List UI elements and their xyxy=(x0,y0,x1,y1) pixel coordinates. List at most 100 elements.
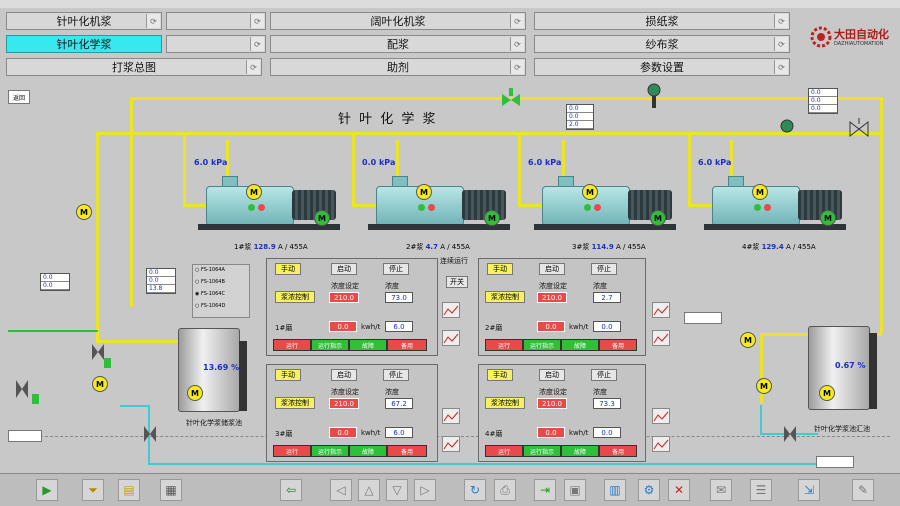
forward-icon[interactable]: ▷ xyxy=(414,479,436,501)
side-box[interactable] xyxy=(8,430,42,442)
table-cell: 0.0 xyxy=(147,269,175,277)
control-name[interactable]: 浆浓控制 xyxy=(485,397,525,409)
mode-button[interactable]: 手动 xyxy=(487,369,513,381)
status-cell: 故障 xyxy=(561,339,599,351)
start-button[interactable]: 启动 xyxy=(331,263,357,275)
trend-chart-icon[interactable] xyxy=(652,436,670,452)
trend-chart-icon[interactable] xyxy=(442,408,460,424)
control-name[interactable]: 浆浓控制 xyxy=(485,291,525,303)
stop-button[interactable]: 停止 xyxy=(591,263,617,275)
manual-valve-icon[interactable] xyxy=(14,378,30,400)
exit-icon[interactable]: ⇲ xyxy=(798,479,820,501)
nav-gauze[interactable]: 纱布浆 ⟳ xyxy=(534,35,790,53)
nav-blank-1[interactable]: ⟳ xyxy=(166,12,266,30)
down-icon[interactable]: ▽ xyxy=(386,479,408,501)
butterfly-valve-icon[interactable] xyxy=(848,118,870,140)
bottom-toolbar: ▶ ⏷ ▤ ▦ ⇦ ◁ △ ▽ ▷ ↻ ⎙ ⇥ ▣ ▥ ⚙ ✕ ✉ ☰ ⇲ ✎ xyxy=(0,473,900,506)
agitator-motor-icon[interactable]: M xyxy=(76,204,92,220)
pump-4[interactable]: M M xyxy=(702,176,850,234)
control-name[interactable]: 浆浓控制 xyxy=(275,397,315,409)
trend-chart-icon[interactable] xyxy=(442,330,460,346)
nav-arrow-icon: ⟳ xyxy=(510,14,524,28)
nav-needle-cm[interactable]: 针叶化机浆 ⟳ xyxy=(6,12,162,30)
radio-option[interactable]: ○ FS-1064D xyxy=(195,303,225,309)
export-icon[interactable]: ⇥ xyxy=(534,479,556,501)
trend-chart-icon[interactable] xyxy=(652,408,670,424)
pump-1[interactable]: M M xyxy=(196,176,344,234)
control-valve-icon[interactable] xyxy=(500,86,522,108)
refresh-icon[interactable]: ↻ xyxy=(464,479,486,501)
nav-blank-2[interactable]: ⟳ xyxy=(166,35,266,53)
storage-tank-left[interactable]: 13.69 % M xyxy=(178,328,247,412)
water-valve-icon[interactable] xyxy=(782,424,798,444)
nav-broad-cm[interactable]: 阔叶化机浆 ⟳ xyxy=(270,12,526,30)
stop-button[interactable]: 停止 xyxy=(383,263,409,275)
setpoint-value[interactable]: 210.0 xyxy=(537,398,567,409)
radio-option[interactable]: ○ FS-1064A xyxy=(195,267,225,273)
settings-icon[interactable]: ⚙ xyxy=(638,479,660,501)
control-name[interactable]: 浆浓控制 xyxy=(275,291,315,303)
right-motor-icon[interactable]: M xyxy=(740,332,756,348)
mail-icon[interactable]: ✉ xyxy=(710,479,732,501)
start-button[interactable]: 启动 xyxy=(331,369,357,381)
nav-label: 助剂 xyxy=(387,61,409,74)
nav-params[interactable]: 参数设置 ⟳ xyxy=(534,58,790,76)
up-icon[interactable]: △ xyxy=(358,479,380,501)
energy-unit: kwh/t xyxy=(361,323,381,331)
pv-value: 2.7 xyxy=(593,292,621,303)
trend-chart-icon[interactable] xyxy=(442,436,460,452)
mode-button[interactable]: 手动 xyxy=(275,263,301,275)
setpoint-value[interactable]: 210.0 xyxy=(537,292,567,303)
water-pipe-d xyxy=(760,405,762,435)
nav-mix[interactable]: 配浆 ⟳ xyxy=(270,35,526,53)
nav-label: 参数设置 xyxy=(640,61,684,74)
pump-caption: 2#浆 4.7 A / 455A xyxy=(406,242,470,252)
tools-icon[interactable]: ✎ xyxy=(852,479,874,501)
left-icon[interactable]: ◁ xyxy=(330,479,352,501)
document-icon[interactable]: ▥ xyxy=(604,479,626,501)
radio-option[interactable]: ○ FS-1064B xyxy=(195,279,225,285)
play-icon[interactable]: ▶ xyxy=(36,479,58,501)
trend-chart-icon[interactable] xyxy=(652,302,670,318)
side-box[interactable] xyxy=(816,456,854,468)
chart-icon[interactable]: ▣ xyxy=(564,479,586,501)
stop-button[interactable]: 停止 xyxy=(591,369,617,381)
nav-additive[interactable]: 助剂 ⟳ xyxy=(270,58,526,76)
close-icon[interactable]: ✕ xyxy=(668,479,690,501)
pressure-value: 6.0 kPa xyxy=(528,158,561,167)
pump-3[interactable]: M M xyxy=(532,176,680,234)
mode-button[interactable]: 手动 xyxy=(275,369,301,381)
feed-pump-motor-icon[interactable]: M xyxy=(92,376,108,392)
back-tag[interactable]: 返回 xyxy=(8,90,30,104)
start-button[interactable]: 启动 xyxy=(539,263,565,275)
filter-icon[interactable]: ⏷ xyxy=(82,479,104,501)
right-pump-motor-icon[interactable]: M xyxy=(756,378,772,394)
water-valve-icon[interactable] xyxy=(142,424,158,444)
trend-chart-icon[interactable] xyxy=(652,330,670,346)
storage-tank-right[interactable]: 0.67 % M xyxy=(808,326,877,410)
folder-icon[interactable]: ▤ xyxy=(118,479,140,501)
motor-icon: M xyxy=(752,184,768,200)
start-button[interactable]: 启动 xyxy=(539,369,565,381)
setpoint-value[interactable]: 210.0 xyxy=(329,292,359,303)
status-led xyxy=(104,358,111,368)
setpoint-value[interactable]: 210.0 xyxy=(329,398,359,409)
level-bar xyxy=(239,341,247,411)
radio-option[interactable]: ◉ FS-1064C xyxy=(195,291,225,297)
mode-button[interactable]: 手动 xyxy=(487,263,513,275)
save-icon[interactable]: ▦ xyxy=(160,479,182,501)
pipe-tank-left xyxy=(96,340,186,343)
nav-overview[interactable]: 打浆总图 ⟳ xyxy=(6,58,262,76)
pump-2[interactable]: M M xyxy=(366,176,514,234)
list-icon[interactable]: ☰ xyxy=(750,479,772,501)
nav-broke[interactable]: 损纸浆 ⟳ xyxy=(534,12,790,30)
side-box[interactable] xyxy=(684,312,722,324)
energy-unit: kwh/t xyxy=(361,429,381,437)
pressure-number: 6.0 xyxy=(528,158,543,167)
back-icon[interactable]: ⇦ xyxy=(280,479,302,501)
side-toggle-button[interactable]: 开关 xyxy=(446,276,468,288)
print-icon[interactable]: ⎙ xyxy=(494,479,516,501)
stop-button[interactable]: 停止 xyxy=(383,369,409,381)
nav-needle-chem[interactable]: 针叶化学浆 xyxy=(6,35,162,53)
trend-chart-icon[interactable] xyxy=(442,302,460,318)
